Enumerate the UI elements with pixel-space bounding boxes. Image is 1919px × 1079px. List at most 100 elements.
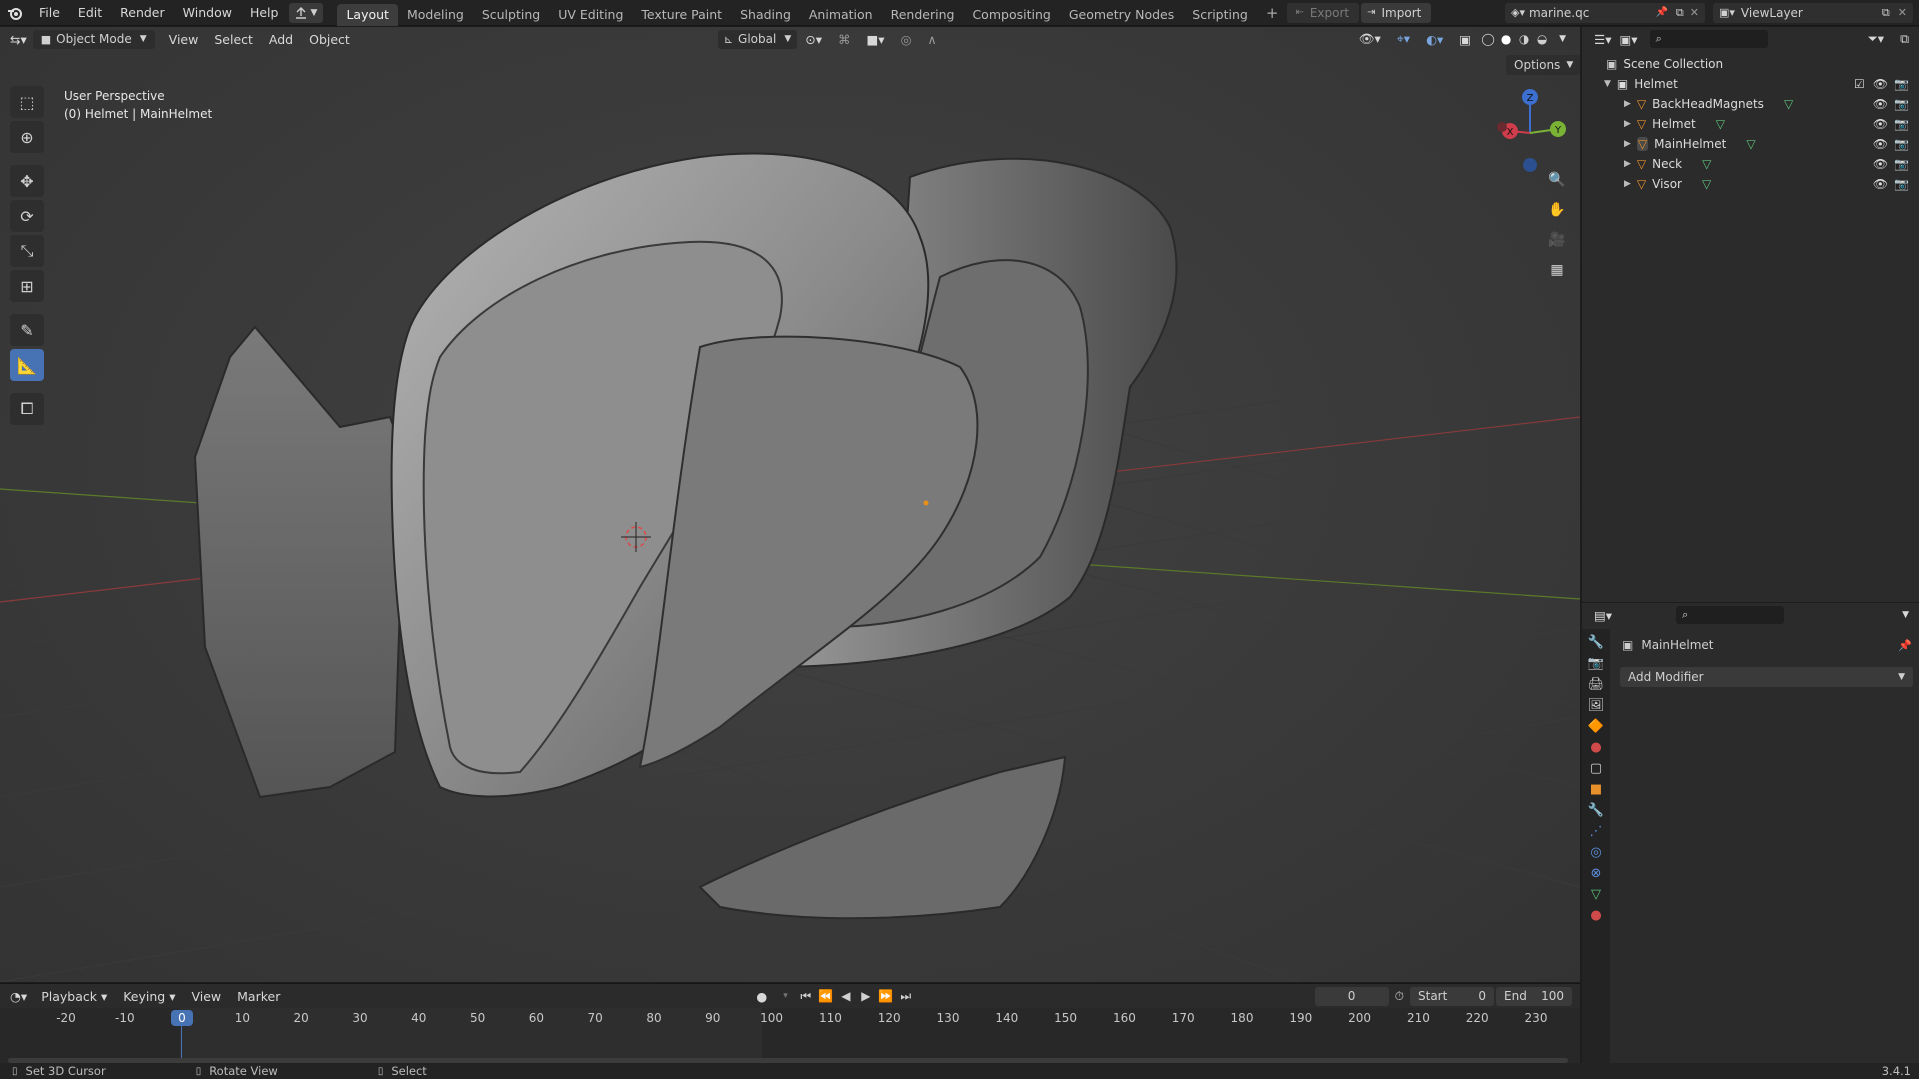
constraints-tab-icon[interactable]: ⊗ <box>1591 866 1602 881</box>
shading-options-icon[interactable]: ▼ <box>1551 34 1580 44</box>
jump-start-icon[interactable]: ⏮ <box>796 989 816 1004</box>
data-tab-icon[interactable]: ▽ <box>1591 887 1601 902</box>
perspective-toggle-button[interactable]: ▦ <box>1543 257 1571 283</box>
delete-view-layer-icon[interactable]: ✕ <box>1898 6 1907 19</box>
menu-render[interactable]: Render <box>111 0 174 26</box>
pivot-point-icon[interactable]: ⊙▾ <box>797 32 830 47</box>
menu-file[interactable]: File <box>30 0 69 26</box>
snap-target-icon[interactable]: ■▾ <box>859 32 893 47</box>
transform-tool[interactable]: ⊞ <box>10 270 44 302</box>
menu-playback[interactable]: Playback ▾ <box>33 989 115 1004</box>
world-tab-icon[interactable]: ● <box>1590 740 1601 755</box>
select-box-tool[interactable]: ⬚ <box>10 86 44 118</box>
next-keyframe-icon[interactable]: ⏩ <box>876 989 896 1003</box>
timeline-editor-type-icon[interactable]: ◔▾ <box>0 989 33 1004</box>
outliner-search-input[interactable]: ⌕ <box>1649 30 1768 48</box>
tab-animation[interactable]: Animation <box>800 4 882 26</box>
menu-object[interactable]: Object <box>301 32 358 47</box>
keying-set-icon[interactable]: ▾ <box>775 991 796 1001</box>
shading-wireframe-icon[interactable]: ◯ <box>1479 32 1497 46</box>
properties-editor-type-icon[interactable]: ▤▾ <box>1582 608 1616 623</box>
eye-icon[interactable]: 👁 <box>1873 137 1888 151</box>
play-reverse-icon[interactable]: ◀ <box>836 989 856 1003</box>
gizmo-toggle-icon[interactable]: ⌖▾ <box>1389 31 1418 47</box>
end-frame-field[interactable]: End 100 <box>1496 986 1572 1006</box>
move-tool[interactable]: ✥ <box>10 165 44 197</box>
outliner-row-neck[interactable]: ▶ ▽ Neck ▽ 👁 📷 <box>1582 154 1919 174</box>
particles-tab-icon[interactable]: ⋰ <box>1590 824 1603 839</box>
scene-tab-icon[interactable]: 🔶 <box>1588 719 1604 734</box>
viewport-scene[interactable] <box>0 27 1580 982</box>
mesh-data-icon[interactable]: ▽ <box>1716 117 1725 131</box>
menu-timeline-view[interactable]: View <box>183 989 229 1004</box>
delete-scene-icon[interactable]: ✕ <box>1690 6 1699 19</box>
editor-type-icon[interactable]: ⇆▾ <box>0 32 33 47</box>
render-camera-icon[interactable]: 📷 <box>1894 97 1909 111</box>
eye-icon[interactable]: 👁 <box>1873 97 1888 111</box>
snap-icon[interactable]: ⌘ <box>830 32 859 47</box>
menu-select[interactable]: Select <box>206 32 261 47</box>
tab-compositing[interactable]: Compositing <box>963 4 1059 26</box>
xray-toggle-icon[interactable]: ▣ <box>1451 32 1479 47</box>
menu-window[interactable]: Window <box>174 0 241 26</box>
output-tab-icon[interactable]: 🖨 <box>1588 677 1605 692</box>
annotate-tool[interactable]: ✎ <box>10 314 44 346</box>
preview-range-icon[interactable]: ⏱ <box>1395 989 1404 1004</box>
options-button[interactable]: Options ▼ <box>1506 55 1580 75</box>
falloff-icon[interactable]: ∧ <box>920 32 945 47</box>
camera-view-button[interactable]: 🎥 <box>1543 227 1571 253</box>
tab-layout[interactable]: Layout <box>337 3 398 26</box>
tab-scripting[interactable]: Scripting <box>1183 4 1257 26</box>
tab-rendering[interactable]: Rendering <box>882 4 964 26</box>
add-modifier-dropdown[interactable]: Add Modifier ▼ <box>1620 667 1913 687</box>
shading-rendered-icon[interactable]: ◒ <box>1533 32 1551 46</box>
overlays-toggle-icon[interactable]: ◐▾ <box>1418 32 1451 47</box>
proportional-edit-icon[interactable]: ◎ <box>893 32 920 47</box>
cursor-tool[interactable]: ⊕ <box>10 121 44 153</box>
render-camera-icon[interactable]: 📷 <box>1894 157 1909 171</box>
transform-orientation-selector[interactable]: ⊾ Global ▼ <box>717 29 798 49</box>
menu-edit[interactable]: Edit <box>69 0 111 26</box>
neck-piece[interactable] <box>698 755 1067 920</box>
outliner-row-helmet[interactable]: ▶ ▽ Helmet ▽ 👁 📷 <box>1582 114 1919 134</box>
physics-tab-icon[interactable]: ◎ <box>1590 845 1601 860</box>
render-tab-icon[interactable]: 📷 <box>1588 656 1604 671</box>
object-tab-icon[interactable]: ■ <box>1590 782 1602 797</box>
new-view-layer-icon[interactable]: ⧉ <box>1882 6 1890 20</box>
start-frame-field[interactable]: Start 0 <box>1410 986 1494 1006</box>
pin-icon[interactable]: 📌 <box>1655 7 1667 18</box>
render-camera-icon[interactable]: 📷 <box>1894 77 1909 91</box>
side-plate[interactable] <box>193 325 407 799</box>
menu-view[interactable]: View <box>161 32 207 47</box>
eye-icon[interactable]: 👁 <box>1873 117 1888 131</box>
playhead-marker[interactable]: 0 <box>171 1010 193 1026</box>
outliner-row-mainhelmet[interactable]: ▶ ▽ MainHelmet ▽ 👁 📷 <box>1582 134 1919 154</box>
pin-icon[interactable]: 📌 <box>1898 639 1912 652</box>
jump-end-icon[interactable]: ⏭ <box>896 989 916 1004</box>
auto-keying-icon[interactable]: ● <box>748 989 775 1004</box>
expand-arrow-icon[interactable]: ▶ <box>1624 179 1631 189</box>
outliner-row-visor[interactable]: ▶ ▽ Visor ▽ 👁 📷 <box>1582 174 1919 194</box>
play-icon[interactable]: ▶ <box>856 989 876 1003</box>
shading-material-icon[interactable]: ◑ <box>1515 32 1533 46</box>
expand-arrow-icon[interactable]: ▶ <box>1624 159 1631 169</box>
menu-help[interactable]: Help <box>241 0 288 26</box>
eye-icon[interactable]: 👁 <box>1873 77 1888 91</box>
zoom-button[interactable]: 🔍 <box>1543 167 1571 193</box>
expand-arrow-icon[interactable]: ▶ <box>1624 119 1631 129</box>
menu-add[interactable]: Add <box>261 32 301 47</box>
blender-logo-icon[interactable] <box>0 5 30 21</box>
menu-marker[interactable]: Marker <box>229 989 288 1004</box>
tab-sculpting[interactable]: Sculpting <box>473 4 549 26</box>
tab-modeling[interactable]: Modeling <box>398 4 473 26</box>
collection-tab-icon[interactable]: ▢ <box>1590 761 1602 776</box>
add-cube-tool[interactable]: ⧠ <box>10 393 44 425</box>
export-button[interactable]: ⇤ Export <box>1287 2 1360 23</box>
expand-arrow-icon[interactable]: ▶ <box>1624 99 1631 109</box>
import-button[interactable]: ⇥ Import <box>1361 2 1432 23</box>
view-layer-selector[interactable]: ▣▾ ViewLayer ⧉ ✕ <box>1713 2 1913 23</box>
render-camera-icon[interactable]: 📷 <box>1894 117 1909 131</box>
tab-geometry-nodes[interactable]: Geometry Nodes <box>1060 4 1183 26</box>
mesh-data-icon[interactable]: ▽ <box>1784 97 1793 111</box>
3d-viewport[interactable]: ⇆▾ ■ Object Mode ▼ View Select Add Objec… <box>0 27 1580 982</box>
